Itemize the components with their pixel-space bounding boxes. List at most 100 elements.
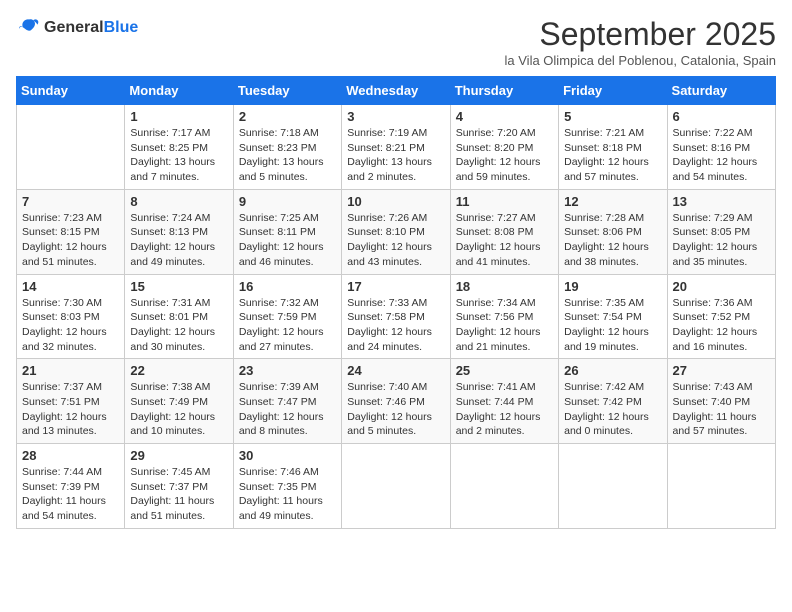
month-title: September 2025 — [505, 16, 776, 53]
day-number: 20 — [673, 279, 770, 294]
day-number: 25 — [456, 363, 553, 378]
day-info: Sunrise: 7:42 AM Sunset: 7:42 PM Dayligh… — [564, 380, 661, 439]
calendar-cell: 15Sunrise: 7:31 AM Sunset: 8:01 PM Dayli… — [125, 274, 233, 359]
calendar-cell: 3 Sunrise: 7:19 AM Sunset: 8:21 PM Daylig… — [342, 105, 450, 190]
calendar-cell: 7 Sunrise: 7:23 AM Sunset: 8:15 PM Daylig… — [17, 189, 125, 274]
column-header-thursday: Thursday — [450, 77, 558, 105]
column-header-wednesday: Wednesday — [342, 77, 450, 105]
day-info: Sunrise: 7:22 AM Sunset: 8:16 PM Dayligh… — [673, 126, 770, 185]
calendar-cell: 24 Sunrise: 7:40 AM Sunset: 7:46 PM Dayli… — [342, 359, 450, 444]
day-info: Sunrise: 7:33 AM Sunset: 7:58 PM Dayligh… — [347, 296, 444, 355]
day-number: 27 — [673, 363, 770, 378]
day-number: 14 — [22, 279, 119, 294]
day-number: 8 — [130, 194, 227, 209]
day-number: 7 — [22, 194, 119, 209]
calendar-cell: 4Sunrise: 7:20 AM Sunset: 8:20 PM Daylig… — [450, 105, 558, 190]
day-info: Sunrise: 7:19 AM Sunset: 8:21 PM Dayligh… — [347, 126, 444, 185]
calendar-cell: 20 Sunrise: 7:36 AM Sunset: 7:52 PM Dayli… — [667, 274, 775, 359]
column-header-monday: Monday — [125, 77, 233, 105]
day-info: Sunrise: 7:45 AM Sunset: 7:37 PM Dayligh… — [130, 465, 227, 524]
day-info: Sunrise: 7:17 AM Sunset: 8:25 PM Dayligh… — [130, 126, 227, 185]
calendar-cell: 5Sunrise: 7:21 AM Sunset: 8:18 PM Daylig… — [559, 105, 667, 190]
calendar-cell: 27 Sunrise: 7:43 AM Sunset: 7:40 PM Dayli… — [667, 359, 775, 444]
day-number: 3 — [347, 109, 444, 124]
day-info: Sunrise: 7:36 AM Sunset: 7:52 PM Dayligh… — [673, 296, 770, 355]
day-info: Sunrise: 7:32 AM Sunset: 7:59 PM Dayligh… — [239, 296, 336, 355]
calendar-cell: 2 Sunrise: 7:18 AM Sunset: 8:23 PM Daylig… — [233, 105, 341, 190]
day-info: Sunrise: 7:40 AM Sunset: 7:46 PM Dayligh… — [347, 380, 444, 439]
calendar-cell: 8 Sunrise: 7:24 AM Sunset: 8:13 PM Daylig… — [125, 189, 233, 274]
day-number: 13 — [673, 194, 770, 209]
calendar-week-2: 7 Sunrise: 7:23 AM Sunset: 8:15 PM Daylig… — [17, 189, 776, 274]
day-info: Sunrise: 7:27 AM Sunset: 8:08 PM Dayligh… — [456, 211, 553, 270]
day-number: 17 — [347, 279, 444, 294]
calendar-cell: 10 Sunrise: 7:26 AM Sunset: 8:10 PM Dayli… — [342, 189, 450, 274]
calendar-cell — [450, 444, 558, 529]
calendar-cell: 25Sunrise: 7:41 AM Sunset: 7:44 PM Dayli… — [450, 359, 558, 444]
calendar-cell: 26 Sunrise: 7:42 AM Sunset: 7:42 PM Dayli… — [559, 359, 667, 444]
day-info: Sunrise: 7:34 AM Sunset: 7:56 PM Dayligh… — [456, 296, 553, 355]
day-number: 11 — [456, 194, 553, 209]
calendar-cell: 28 Sunrise: 7:44 AM Sunset: 7:39 PM Dayli… — [17, 444, 125, 529]
calendar-cell — [559, 444, 667, 529]
day-number: 9 — [239, 194, 336, 209]
calendar-week-5: 28 Sunrise: 7:44 AM Sunset: 7:39 PM Dayli… — [17, 444, 776, 529]
calendar-cell: 22 Sunrise: 7:38 AM Sunset: 7:49 PM Dayli… — [125, 359, 233, 444]
calendar-cell: 13Sunrise: 7:29 AM Sunset: 8:05 PM Dayli… — [667, 189, 775, 274]
column-header-friday: Friday — [559, 77, 667, 105]
day-number: 1 — [130, 109, 227, 124]
column-header-tuesday: Tuesday — [233, 77, 341, 105]
day-number: 23 — [239, 363, 336, 378]
day-number: 29 — [130, 448, 227, 463]
day-info: Sunrise: 7:38 AM Sunset: 7:49 PM Dayligh… — [130, 380, 227, 439]
day-number: 4 — [456, 109, 553, 124]
calendar-cell: 17 Sunrise: 7:33 AM Sunset: 7:58 PM Dayli… — [342, 274, 450, 359]
calendar-header-row: SundayMondayTuesdayWednesdayThursdayFrid… — [17, 77, 776, 105]
day-info: Sunrise: 7:26 AM Sunset: 8:10 PM Dayligh… — [347, 211, 444, 270]
calendar-cell: 29 Sunrise: 7:45 AM Sunset: 7:37 PM Dayli… — [125, 444, 233, 529]
calendar-cell: 21Sunrise: 7:37 AM Sunset: 7:51 PM Dayli… — [17, 359, 125, 444]
day-info: Sunrise: 7:18 AM Sunset: 8:23 PM Dayligh… — [239, 126, 336, 185]
day-info: Sunrise: 7:43 AM Sunset: 7:40 PM Dayligh… — [673, 380, 770, 439]
day-number: 16 — [239, 279, 336, 294]
calendar-week-3: 14 Sunrise: 7:30 AM Sunset: 8:03 PM Dayli… — [17, 274, 776, 359]
day-info: Sunrise: 7:28 AM Sunset: 8:06 PM Dayligh… — [564, 211, 661, 270]
calendar-cell: 18 Sunrise: 7:34 AM Sunset: 7:56 PM Dayli… — [450, 274, 558, 359]
day-number: 26 — [564, 363, 661, 378]
day-info: Sunrise: 7:44 AM Sunset: 7:39 PM Dayligh… — [22, 465, 119, 524]
calendar-week-4: 21Sunrise: 7:37 AM Sunset: 7:51 PM Dayli… — [17, 359, 776, 444]
day-number: 12 — [564, 194, 661, 209]
calendar-cell — [342, 444, 450, 529]
day-number: 28 — [22, 448, 119, 463]
day-info: Sunrise: 7:23 AM Sunset: 8:15 PM Dayligh… — [22, 211, 119, 270]
calendar-cell: 6Sunrise: 7:22 AM Sunset: 8:16 PM Daylig… — [667, 105, 775, 190]
calendar-cell: 1 Sunrise: 7:17 AM Sunset: 8:25 PM Daylig… — [125, 105, 233, 190]
calendar-cell: 19 Sunrise: 7:35 AM Sunset: 7:54 PM Dayli… — [559, 274, 667, 359]
day-info: Sunrise: 7:30 AM Sunset: 8:03 PM Dayligh… — [22, 296, 119, 355]
calendar-cell: 9 Sunrise: 7:25 AM Sunset: 8:11 PM Daylig… — [233, 189, 341, 274]
logo-icon — [16, 16, 40, 40]
day-info: Sunrise: 7:24 AM Sunset: 8:13 PM Dayligh… — [130, 211, 227, 270]
calendar-cell — [667, 444, 775, 529]
day-number: 15 — [130, 279, 227, 294]
column-header-sunday: Sunday — [17, 77, 125, 105]
day-number: 10 — [347, 194, 444, 209]
day-info: Sunrise: 7:39 AM Sunset: 7:47 PM Dayligh… — [239, 380, 336, 439]
column-header-saturday: Saturday — [667, 77, 775, 105]
day-number: 18 — [456, 279, 553, 294]
title-block: September 2025 la Vila Olimpica del Pobl… — [505, 16, 776, 68]
calendar-table: SundayMondayTuesdayWednesdayThursdayFrid… — [16, 76, 776, 529]
calendar-cell: 30Sunrise: 7:46 AM Sunset: 7:35 PM Dayli… — [233, 444, 341, 529]
calendar-cell: 12 Sunrise: 7:28 AM Sunset: 8:06 PM Dayli… — [559, 189, 667, 274]
day-info: Sunrise: 7:21 AM Sunset: 8:18 PM Dayligh… — [564, 126, 661, 185]
day-info: Sunrise: 7:25 AM Sunset: 8:11 PM Dayligh… — [239, 211, 336, 270]
calendar-week-1: 1 Sunrise: 7:17 AM Sunset: 8:25 PM Daylig… — [17, 105, 776, 190]
day-number: 19 — [564, 279, 661, 294]
day-info: Sunrise: 7:35 AM Sunset: 7:54 PM Dayligh… — [564, 296, 661, 355]
day-number: 21 — [22, 363, 119, 378]
day-number: 24 — [347, 363, 444, 378]
day-number: 2 — [239, 109, 336, 124]
day-number: 30 — [239, 448, 336, 463]
day-number: 22 — [130, 363, 227, 378]
location: la Vila Olimpica del Poblenou, Catalonia… — [505, 53, 776, 68]
